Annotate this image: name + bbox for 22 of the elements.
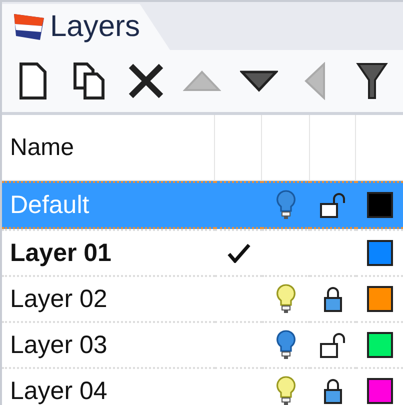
copy-pages-icon — [72, 62, 107, 100]
up-triangle-icon — [183, 70, 222, 92]
layer-name[interactable]: Layer 04 — [2, 367, 215, 405]
light-bulb-icon[interactable] — [276, 376, 296, 405]
layer-color-swatch[interactable] — [366, 286, 392, 312]
open-padlock-icon[interactable] — [319, 191, 347, 219]
left-triangle-icon — [304, 62, 326, 100]
padlock-icon[interactable] — [323, 377, 343, 405]
light-bulb-icon[interactable] — [276, 190, 296, 220]
layer-color-swatch[interactable] — [366, 332, 392, 358]
layer-color-swatch[interactable] — [366, 240, 392, 266]
light-bulb-icon[interactable] — [276, 284, 296, 314]
layer-color-swatch[interactable] — [366, 192, 392, 218]
layers-tab[interactable]: Layers — [2, 4, 170, 50]
layer-color-swatch[interactable] — [366, 378, 392, 404]
light-bulb-icon[interactable] — [276, 330, 296, 360]
down-triangle-icon — [240, 70, 278, 92]
new-page-icon — [19, 62, 48, 100]
padlock-icon[interactable] — [323, 285, 343, 313]
open-padlock-icon[interactable] — [319, 331, 347, 359]
filter-icon — [356, 62, 388, 100]
close-icon — [128, 63, 164, 99]
